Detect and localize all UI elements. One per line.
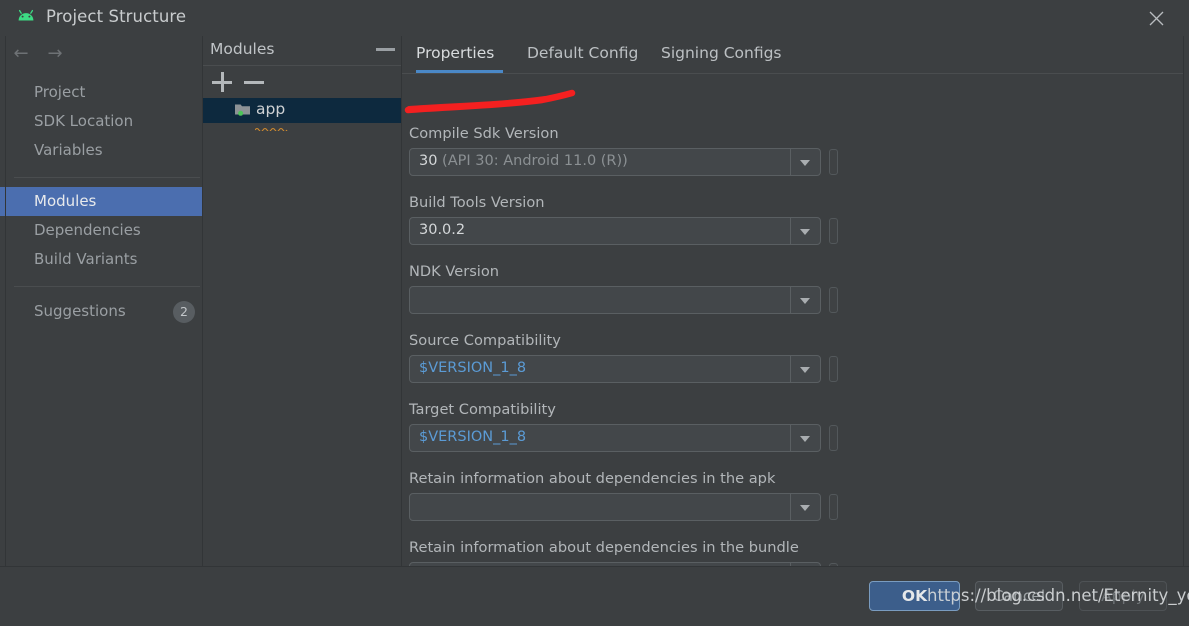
project-structure-dialog: Project Structure ← → Project SDK Locati… — [0, 0, 1189, 626]
build-tools-version-dropdown[interactable]: 30.0.2 — [409, 217, 821, 245]
settings-sidebar: ← → Project SDK Location Variables Modul… — [6, 36, 202, 566]
sidebar-item-label: Variables — [34, 141, 103, 159]
field-label-ndk-version: NDK Version — [409, 263, 499, 280]
title-bar: Project Structure — [0, 0, 1189, 36]
properties-panel: Properties Default Config Signing Config… — [402, 36, 1183, 566]
sidebar-item-project[interactable]: Project — [0, 78, 202, 107]
source-compatibility-value: $VERSION_1_8 — [419, 360, 526, 376]
sidebar-item-modules[interactable]: Modules — [0, 187, 202, 216]
window-title: Project Structure — [46, 7, 186, 26]
sidebar-item-dependencies[interactable]: Dependencies — [0, 216, 202, 245]
module-tree-item-app[interactable]: app — [203, 98, 401, 123]
sidebar-item-label: Modules — [34, 192, 96, 210]
chevron-down-icon[interactable] — [790, 425, 820, 451]
collapse-icon[interactable] — [376, 48, 395, 51]
field-label-compile-sdk-version: Compile Sdk Version — [409, 125, 559, 142]
sidebar-divider — [14, 286, 200, 287]
sidebar-item-label: SDK Location — [34, 112, 133, 130]
field-label-retain-dependencies-apk: Retain information about dependencies in… — [409, 470, 775, 487]
panel-divider — [5, 36, 6, 566]
module-folder-icon — [235, 103, 251, 116]
target-compatibility-variable-button[interactable] — [829, 425, 838, 451]
modules-panel-header: Modules — [203, 36, 401, 66]
sidebar-item-label: Dependencies — [34, 221, 141, 239]
modules-panel-title: Modules — [210, 40, 274, 58]
chevron-down-icon[interactable] — [790, 287, 820, 313]
sidebar-item-label: Project — [34, 83, 85, 101]
warning-squiggle-icon — [255, 119, 289, 123]
source-compatibility-variable-button[interactable] — [829, 356, 838, 382]
minus-icon[interactable] — [244, 71, 266, 93]
ndk-version-dropdown[interactable] — [409, 286, 821, 314]
ndk-version-variable-button[interactable] — [829, 287, 838, 313]
sidebar-item-label: Suggestions — [34, 302, 126, 320]
field-label-source-compatibility: Source Compatibility — [409, 332, 561, 349]
target-compatibility-dropdown[interactable]: $VERSION_1_8 — [409, 424, 821, 452]
modules-toolbar — [203, 65, 401, 99]
retain-dependencies-apk-dropdown[interactable] — [409, 493, 821, 521]
sidebar-divider — [14, 177, 200, 178]
plus-icon[interactable] — [212, 71, 234, 93]
sidebar-item-variables[interactable]: Variables — [0, 136, 202, 165]
arrow-right-icon[interactable]: → — [44, 44, 66, 64]
field-label-retain-dependencies-bundle: Retain information about dependencies in… — [409, 539, 799, 556]
sidebar-item-sdk-location[interactable]: SDK Location — [0, 107, 202, 136]
compile-sdk-version-dropdown[interactable]: 30 (API 30: Android 11.0 (R)) — [409, 148, 821, 176]
source-compatibility-dropdown[interactable]: $VERSION_1_8 — [409, 355, 821, 383]
sidebar-item-build-variants[interactable]: Build Variants — [0, 245, 202, 274]
module-tree-item-label: app — [256, 100, 285, 118]
tab-signing-configs[interactable]: Signing Configs — [661, 44, 782, 73]
compile-sdk-version-value: 30 (API 30: Android 11.0 (R)) — [419, 153, 628, 169]
tab-label: Default Config — [527, 44, 638, 62]
arrow-left-icon[interactable]: ← — [10, 44, 32, 64]
tab-label: Signing Configs — [661, 44, 782, 62]
close-icon[interactable] — [1140, 5, 1174, 31]
tab-default-config[interactable]: Default Config — [527, 44, 638, 73]
build-tools-version-variable-button[interactable] — [829, 218, 838, 244]
panel-divider — [1183, 36, 1184, 566]
tab-properties[interactable]: Properties — [416, 44, 494, 73]
retain-dependencies-apk-variable-button[interactable] — [829, 494, 838, 520]
sidebar-item-label: Build Variants — [34, 250, 137, 268]
panel-divider — [401, 36, 402, 566]
chevron-down-icon[interactable] — [790, 218, 820, 244]
status-badge: 2 — [173, 301, 195, 323]
active-tab-indicator — [416, 70, 503, 73]
field-label-target-compatibility: Target Compatibility — [409, 401, 556, 418]
field-label-build-tools-version: Build Tools Version — [409, 194, 545, 211]
tab-label: Properties — [416, 44, 494, 62]
chevron-down-icon[interactable] — [790, 149, 820, 175]
modules-panel: Modules app — [203, 36, 401, 566]
android-robot-icon — [18, 9, 38, 27]
sidebar-item-suggestions[interactable]: Suggestions 2 — [0, 297, 202, 326]
panel-divider — [202, 36, 203, 566]
compile-sdk-version-variable-button[interactable] — [829, 149, 838, 175]
chevron-down-icon[interactable] — [790, 356, 820, 382]
build-tools-version-value: 30.0.2 — [419, 222, 465, 238]
watermark-text: https://blog.csdn.net/Eternity_years — [927, 586, 1189, 605]
chevron-down-icon[interactable] — [790, 494, 820, 520]
nav-history-controls: ← → — [6, 36, 202, 70]
tab-bar: Properties Default Config Signing Config… — [402, 36, 1183, 74]
target-compatibility-value: $VERSION_1_8 — [419, 429, 526, 445]
